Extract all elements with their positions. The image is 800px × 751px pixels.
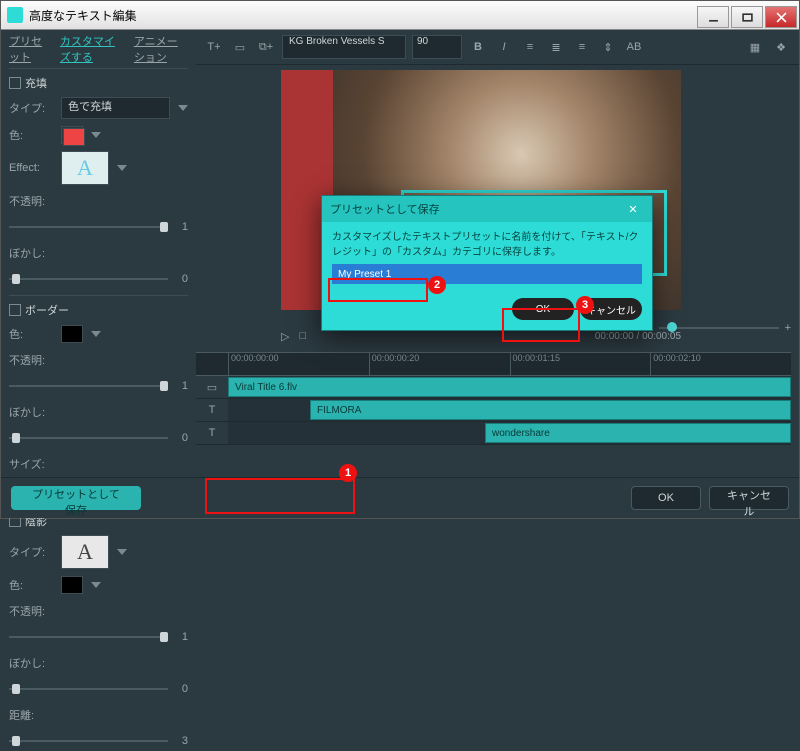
text-toolbar: T+ ▭ ⧉+ KG Broken Vessels S 90 B I ≡ ≣ ≡…: [196, 30, 799, 65]
line-spacing-icon[interactable]: ⇕: [598, 37, 618, 57]
bold-icon[interactable]: B: [468, 37, 488, 57]
shadow-opacity-slider[interactable]: [9, 636, 168, 638]
chevron-down-icon: [91, 331, 101, 337]
border-color-swatch[interactable]: [61, 325, 83, 343]
border-opacity-label: 不透明:: [9, 352, 53, 368]
ruler-tick: 00:00:01:15: [510, 353, 651, 375]
add-image-icon[interactable]: ⧉+: [256, 37, 276, 57]
track-video-icon: ▭: [196, 376, 228, 398]
play-icon[interactable]: ▷: [281, 330, 289, 343]
chevron-down-icon: [91, 582, 101, 588]
align-left-icon[interactable]: ≡: [520, 37, 540, 57]
chevron-down-icon: [91, 132, 101, 138]
char-spacing-icon[interactable]: AB: [624, 37, 644, 57]
align-right-icon[interactable]: ≡: [572, 37, 592, 57]
chevron-down-icon: [178, 105, 188, 111]
text-clip[interactable]: wondershare: [485, 423, 791, 443]
ok-button[interactable]: OK: [631, 486, 701, 510]
track-text-icon: T: [196, 422, 228, 444]
preset-name-input[interactable]: [332, 264, 642, 284]
app-icon: [7, 7, 23, 23]
zoom-in-icon[interactable]: +: [785, 322, 791, 334]
fill-opacity-label: 不透明:: [9, 193, 53, 209]
fill-type-label: タイプ:: [9, 100, 53, 116]
shadow-thumbnail[interactable]: A: [61, 535, 109, 569]
tab-animation[interactable]: アニメーション: [134, 33, 188, 65]
dialog-cancel-button[interactable]: キャンセル: [580, 298, 642, 320]
video-clip[interactable]: Viral Title 6.flv: [228, 377, 791, 397]
title-bar: 高度なテキスト編集: [1, 1, 799, 30]
fill-color-label: 色:: [9, 127, 53, 143]
shadow-blur-label: ぼかし:: [9, 655, 53, 671]
fill-blur-slider[interactable]: [9, 278, 168, 280]
border-blur-value: 0: [176, 432, 188, 444]
maximize-button[interactable]: [731, 6, 763, 28]
layers-icon[interactable]: ❖: [771, 37, 791, 57]
align-center-icon[interactable]: ≣: [546, 37, 566, 57]
add-text-icon[interactable]: T+: [204, 37, 224, 57]
font-select[interactable]: KG Broken Vessels S: [282, 35, 406, 59]
fill-blur-value: 0: [176, 273, 188, 285]
tab-customize[interactable]: カスタマイズする: [60, 33, 122, 65]
shadow-blur-value: 0: [176, 683, 188, 695]
border-title: ボーダー: [25, 302, 69, 318]
timeline: 00:00:00:00 00:00:00:20 00:00:01:15 00:0…: [196, 352, 791, 445]
shadow-type-label: タイプ:: [9, 544, 53, 560]
track-text-icon: T: [196, 399, 228, 421]
dialog-message: カスタマイズしたテキストプリセットに名前を付けて、「テキスト/クレジット」の「カ…: [332, 230, 642, 260]
fill-blur-label: ぼかし:: [9, 245, 53, 261]
border-opacity-slider[interactable]: [9, 385, 168, 387]
sidebar: プリセット カスタマイズする アニメーション 充填 タイプ: 色で充填 色: Ef…: [1, 30, 196, 519]
bounding-box-icon[interactable]: ▭: [230, 37, 250, 57]
shadow-color-label: 色:: [9, 577, 53, 593]
shadow-opacity-value: 1: [176, 631, 188, 643]
chevron-down-icon: [117, 549, 127, 555]
cancel-button[interactable]: キャンセル: [709, 486, 789, 510]
fill-type-select[interactable]: 色で充填: [61, 97, 170, 119]
italic-icon[interactable]: I: [494, 37, 514, 57]
timeline-ruler[interactable]: 00:00:00:00 00:00:00:20 00:00:01:15 00:0…: [196, 352, 791, 376]
footer: プリセットとして保存 OK キャンセル: [1, 477, 799, 518]
dialog-close-icon[interactable]: ✕: [622, 198, 644, 220]
fill-opacity-slider[interactable]: [9, 226, 168, 228]
fill-effect-label: Effect:: [9, 162, 53, 174]
save-preset-dialog: プリセットとして保存 ✕ カスタマイズしたテキストプリセットに名前を付けて、「テ…: [321, 195, 653, 331]
grid-icon[interactable]: ▦: [745, 37, 765, 57]
ruler-tick: 00:00:02:10: [650, 353, 791, 375]
fill-color-swatch[interactable]: [61, 126, 83, 144]
save-as-preset-button[interactable]: プリセットとして保存: [11, 486, 141, 510]
zoom-slider[interactable]: [659, 327, 779, 329]
fill-checkbox[interactable]: [9, 77, 21, 89]
font-size-select[interactable]: 90: [412, 35, 462, 59]
shadow-distance-slider[interactable]: [9, 740, 168, 742]
text-clip[interactable]: FILMORA: [310, 400, 791, 420]
dialog-ok-button[interactable]: OK: [512, 298, 574, 320]
shadow-opacity-label: 不透明:: [9, 603, 53, 619]
border-blur-slider[interactable]: [9, 437, 168, 439]
shadow-blur-slider[interactable]: [9, 688, 168, 690]
border-checkbox[interactable]: [9, 304, 21, 316]
fill-opacity-value: 1: [176, 221, 188, 233]
minimize-button[interactable]: [697, 6, 729, 28]
effect-thumbnail[interactable]: A: [61, 151, 109, 185]
dialog-title: プリセットとして保存: [330, 201, 440, 217]
window-title: 高度なテキスト編集: [29, 7, 697, 24]
border-blur-label: ぼかし:: [9, 404, 53, 420]
close-button[interactable]: [765, 6, 797, 28]
border-opacity-value: 1: [176, 380, 188, 392]
shadow-distance-value: 3: [176, 735, 188, 747]
fill-title: 充填: [25, 75, 47, 91]
shadow-distance-label: 距離:: [9, 707, 53, 723]
chevron-down-icon: [117, 165, 127, 171]
border-color-label: 色:: [9, 326, 53, 342]
ruler-tick: 00:00:00:20: [369, 353, 510, 375]
stop-icon[interactable]: □: [299, 330, 306, 342]
shadow-color-swatch[interactable]: [61, 576, 83, 594]
ruler-tick: 00:00:00:00: [228, 353, 369, 375]
tab-preset[interactable]: プリセット: [9, 33, 48, 65]
border-size-label: サイズ:: [9, 456, 53, 472]
